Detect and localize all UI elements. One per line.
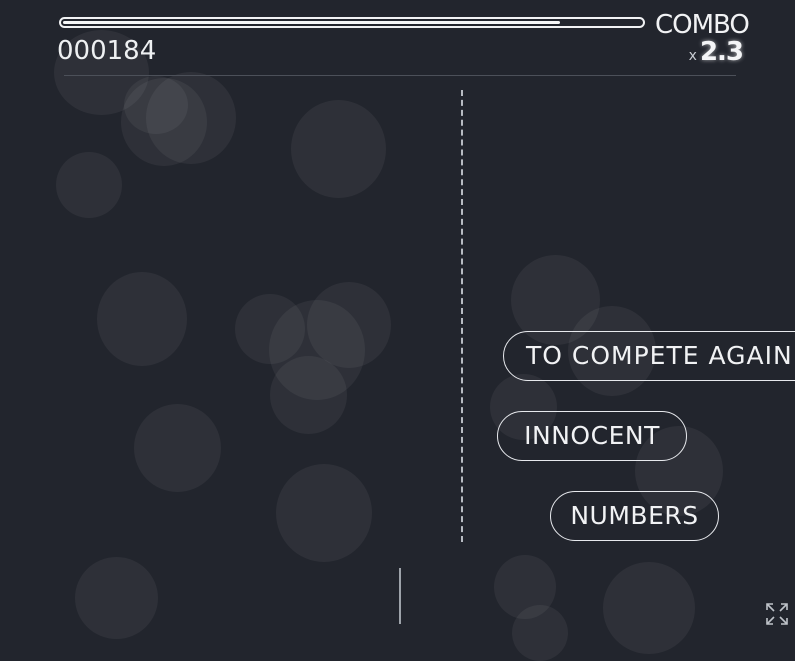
bubble <box>146 72 236 164</box>
combo-progress-fill <box>63 21 560 24</box>
bubble <box>270 356 347 434</box>
lane-divider <box>461 90 463 542</box>
combo-label: COMBO <box>655 10 750 40</box>
word-bubble[interactable]: TO COMPETE AGAIN <box>503 331 795 381</box>
bubble <box>512 605 568 661</box>
fullscreen-icon <box>766 603 788 625</box>
combo-multiplier: x 2.3 <box>688 37 744 67</box>
bubble <box>603 562 695 654</box>
bubble <box>276 464 372 562</box>
bubble <box>291 100 386 198</box>
bubble <box>307 282 391 368</box>
bubble <box>134 404 221 492</box>
bubble <box>97 272 187 366</box>
combo-progress-bar <box>59 17 645 28</box>
score-counter: 000184 <box>57 36 157 66</box>
bubble <box>75 557 158 639</box>
hud-divider <box>64 75 736 76</box>
multiplier-value: 2.3 <box>699 37 744 67</box>
word-bubble[interactable]: NUMBERS <box>550 491 719 541</box>
fullscreen-button[interactable] <box>763 600 791 628</box>
word-bubble[interactable]: INNOCENT <box>497 411 687 461</box>
input-cursor <box>399 568 401 624</box>
bubble <box>56 152 122 218</box>
multiplier-prefix: x <box>688 48 697 64</box>
